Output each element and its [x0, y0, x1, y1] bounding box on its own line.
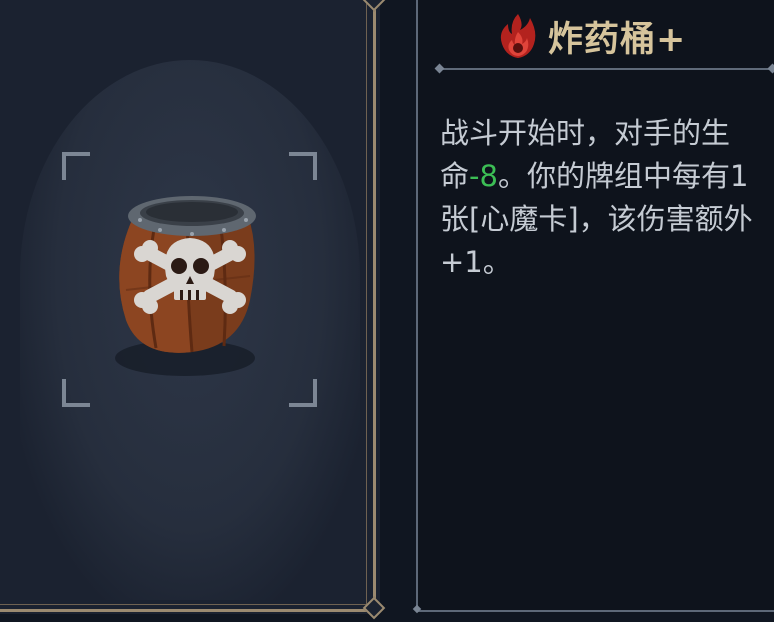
card-detail-panel: 炸药桶+ 战斗开始时，对手的生命-8。你的牌组中每有1张[心魔卡]，该伤害额外+… [412, 0, 774, 614]
card-title: 炸药桶+ [548, 19, 687, 60]
card-title-row: 炸药桶+ [498, 8, 686, 64]
card-frame-inner [0, 0, 367, 605]
damage-value: -8 [469, 159, 498, 193]
card-frame [0, 0, 376, 612]
title-divider [440, 68, 772, 70]
panel-corner-dot [412, 604, 422, 614]
red-flame-icon [500, 14, 536, 58]
card-description: 战斗开始时，对手的生命-8。你的牌组中每有1张[心魔卡]，该伤害额外+1。 [440, 112, 774, 284]
